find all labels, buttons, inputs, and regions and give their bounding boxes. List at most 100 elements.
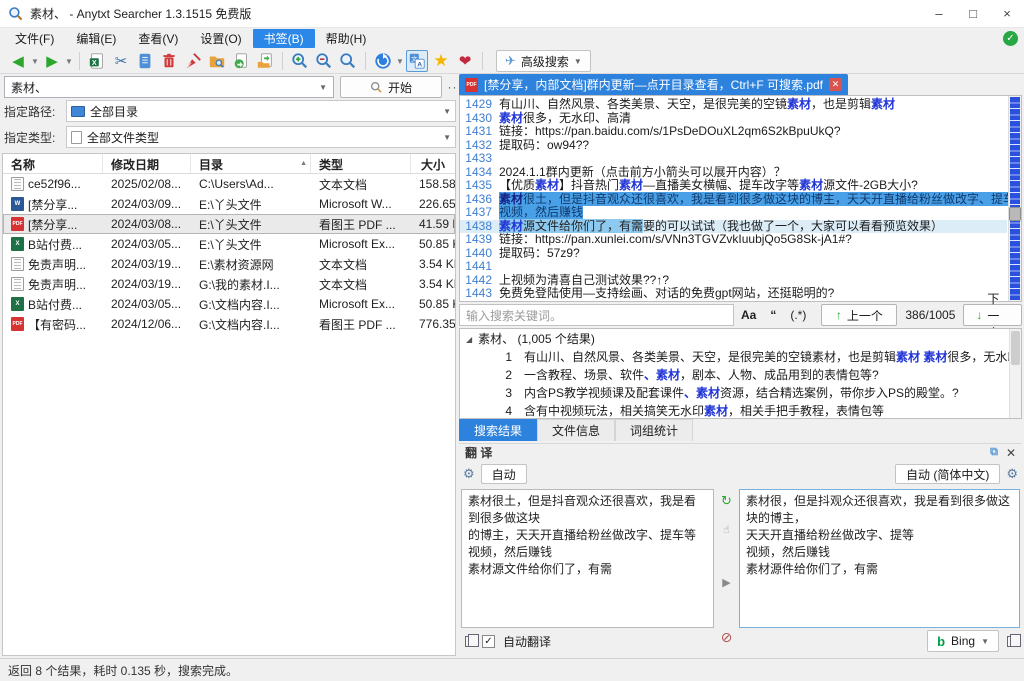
path-filter-combobox[interactable]: 全部目录 ▼ xyxy=(66,100,456,122)
back-dropdown-icon[interactable]: ▼ xyxy=(30,57,40,66)
retranslate-icon[interactable]: ↻ xyxy=(721,493,732,509)
translate-toggle-button[interactable]: 文A xyxy=(406,50,428,72)
table-row[interactable]: ce52f96...2025/02/08...C:\Users\Ad...文本文… xyxy=(3,174,455,194)
preview-line[interactable]: 1443免费免登陆使用—支持绘画、对话的免费gpt网站，还挺聪明的? xyxy=(460,287,1007,301)
donate-heart-button[interactable]: ❤ xyxy=(454,50,476,72)
target-text-area[interactable]: 素材很，但是抖观众还很喜欢，我是看到很多做这块的博主， 天天开直播给粉丝做改字、… xyxy=(739,489,1020,628)
target-settings-gear-icon[interactable]: ⚙ xyxy=(1006,466,1018,482)
menu-item[interactable]: 查看(V) xyxy=(127,29,189,48)
zoom-in-button[interactable] xyxy=(289,50,311,72)
cut-button[interactable]: ✂ xyxy=(110,50,132,72)
menu-item[interactable]: 书签(B) xyxy=(253,29,315,48)
run-translate-icon[interactable]: ▶ xyxy=(722,576,730,589)
copy-document-button[interactable] xyxy=(134,50,156,72)
preview-line[interactable]: 1433 xyxy=(460,152,1007,166)
next-match-button[interactable]: ↓ 下一个 xyxy=(963,304,1022,326)
preview-line[interactable]: 1432提取码：ow94?? xyxy=(460,139,1007,153)
copy-source-icon[interactable] xyxy=(465,636,474,647)
undock-icon[interactable]: ⧉ xyxy=(990,446,998,459)
preview-line[interactable]: 1442上视频为清喜自己测试效果??↑? xyxy=(460,274,1007,288)
tab-close-icon[interactable]: ✕ xyxy=(829,78,842,91)
open-file-button[interactable] xyxy=(230,50,252,72)
delete-button[interactable] xyxy=(158,50,180,72)
refresh-index-button[interactable] xyxy=(372,50,394,72)
preview-line[interactable]: 1436素材很土，但是抖音观众还很喜欢，我是看到很多做这块的博主，天天开直播给粉… xyxy=(460,193,1007,207)
result-item[interactable]: 1有山川、自然风景、各类美景、天空，是很完美的空镜素材，也是剪辑素材 素材很多，… xyxy=(460,348,1021,366)
stop-icon[interactable]: ⊘ xyxy=(721,629,733,646)
forward-dropdown-icon[interactable]: ▼ xyxy=(64,57,74,66)
preview-document-tab[interactable]: PDF [禁分享，内部文档]群内更新—点开目录查看，Ctrl+F 可搜索.pdf… xyxy=(459,74,848,95)
column-size[interactable]: 大小 xyxy=(411,154,455,173)
table-row[interactable]: 免责声明...2024/03/19...G:\我的素材.I...文本文档3.54… xyxy=(3,274,455,294)
table-row[interactable]: 免责声明...2024/03/19...E:\素材资源网文本文档3.54 KB xyxy=(3,254,455,274)
expander-icon[interactable]: ◢ xyxy=(466,331,472,348)
preview-line[interactable]: 1429有山川、自然风景、各类美景、天空，是很完美的空镜素材，也是剪辑素材 xyxy=(460,98,1007,112)
column-name[interactable]: 名称 xyxy=(3,154,103,173)
preview-line[interactable]: 1437视频，然后赚钱 xyxy=(460,206,1007,220)
query-dropdown-icon[interactable]: ▼ xyxy=(319,83,327,92)
find-keyword-input[interactable]: 输入搜索关键词。 xyxy=(459,304,734,326)
clean-index-button[interactable] xyxy=(182,50,204,72)
bookmark-star-button[interactable]: ★ xyxy=(430,50,452,72)
preview-line[interactable]: 1439链接：https://pan.xunlei.com/s/VNn3TGVZ… xyxy=(460,233,1007,247)
results-group-header[interactable]: ◢ 素材、 (1,005 个结果) xyxy=(460,329,1021,348)
regex-button[interactable]: (.*) xyxy=(783,308,813,322)
close-button[interactable]: × xyxy=(990,0,1024,27)
menu-item[interactable]: 帮助(H) xyxy=(315,29,378,48)
auto-translate-checkbox[interactable]: ✓ xyxy=(482,635,495,648)
path-dropdown-icon[interactable]: ▼ xyxy=(443,107,451,116)
table-row[interactable]: PDF【有密码...2024/12/06...G:\文档内容.I...看图王 P… xyxy=(3,314,455,334)
source-text-area[interactable]: 素材很土，但是抖音观众还很喜欢，我是看到很多做这块 的博主，天天开直播给粉丝做改… xyxy=(461,489,714,628)
preview-line[interactable]: 1441 xyxy=(460,260,1007,274)
translate-close-icon[interactable]: ✕ xyxy=(1006,446,1016,460)
result-item[interactable]: 3内含PS教学视频课及配套课件、素材资源，结合精选案例，带你步入PS的殿堂。? xyxy=(460,384,1021,402)
tab-词组统计[interactable]: 词组统计 xyxy=(615,419,693,441)
zoom-reset-button[interactable] xyxy=(337,50,359,72)
search-results-pane[interactable]: ◢ 素材、 (1,005 个结果) 1有山川、自然风景、各类美景、天空，是很完美… xyxy=(459,328,1022,419)
menu-item[interactable]: 文件(F) xyxy=(4,29,65,48)
preview-line[interactable]: 1440提取码：57z9? xyxy=(460,247,1007,261)
results-scrollbar[interactable] xyxy=(1009,329,1021,418)
engine-select-button[interactable]: b Bing ▼ xyxy=(927,630,999,652)
source-language-button[interactable]: 自动 xyxy=(481,464,527,484)
locate-file-button[interactable] xyxy=(254,50,276,72)
back-button[interactable]: ◀ xyxy=(7,50,29,72)
zoom-out-button[interactable] xyxy=(313,50,335,72)
preview-line[interactable]: 14342024.1.1群内更新（点击前方小箭头可以展开内容）？ xyxy=(460,166,1007,180)
preview-line[interactable]: 1435【优质素材】抖音热门素材—直播美女横幅、提车改字等素材源文件-2GB大小… xyxy=(460,179,1007,193)
preview-line[interactable]: 1438素材源文件给你们了，有需要的可以试试（我也做了一个，大家可以看看预览效果… xyxy=(460,220,1007,234)
refresh-dropdown-icon[interactable]: ▼ xyxy=(395,57,405,66)
advanced-search-button[interactable]: ✈ 高级搜索 ▼ xyxy=(496,50,591,72)
table-row[interactable]: PDF[禁分享...2024/03/08...E:\丫头文件看图王 PDF ..… xyxy=(3,214,455,234)
table-row[interactable]: W[禁分享...2024/03/09...E:\丫头文件Microsoft W.… xyxy=(3,194,455,214)
type-dropdown-icon[interactable]: ▼ xyxy=(443,133,451,142)
whole-word-button[interactable]: “ xyxy=(763,308,783,322)
result-item[interactable]: 2一含教程、场景、软件、素材，剧本、人物、成品用到的表情包等? xyxy=(460,366,1021,384)
previous-match-button[interactable]: ↑ 上一个 xyxy=(821,304,897,326)
column-date[interactable]: 修改日期 xyxy=(103,154,191,173)
preview-line[interactable]: 1431链接：https://pan.baidu.com/s/1PsDeDOuX… xyxy=(460,125,1007,139)
select-hand-icon[interactable]: ☝ xyxy=(723,523,730,536)
target-language-button[interactable]: 自动 (简体中文) xyxy=(895,464,1000,484)
search-query-combobox[interactable]: 素材、 ▼ xyxy=(4,76,334,98)
start-search-button[interactable]: 开始 xyxy=(340,76,442,98)
preview-scroll-thumb[interactable] xyxy=(1009,207,1021,221)
type-filter-combobox[interactable]: 全部文件类型 ▼ xyxy=(66,126,456,148)
preview-line[interactable]: 1430素材很多，无水印、高清 xyxy=(460,112,1007,126)
menu-item[interactable]: 编辑(E) xyxy=(65,29,127,48)
column-dir[interactable]: 目录▲ xyxy=(191,154,311,173)
table-row[interactable]: XB站付费...2024/03/05...G:\文档内容.I...Microso… xyxy=(3,294,455,314)
tab-文件信息[interactable]: 文件信息 xyxy=(537,419,615,441)
result-item[interactable]: 4含有中视频玩法，相关搞笑无水印素材，相关手把手教程，表情包等 xyxy=(460,402,1021,419)
minimize-button[interactable]: – xyxy=(922,0,956,27)
menu-item[interactable]: 设置(O) xyxy=(189,29,252,48)
match-case-button[interactable]: Aa xyxy=(734,308,763,322)
column-type[interactable]: 类型 xyxy=(311,154,411,173)
results-scroll-thumb[interactable] xyxy=(1011,331,1020,365)
document-preview-pane[interactable]: 1429有山川、自然风景、各类美景、天空，是很完美的空镜素材，也是剪辑素材143… xyxy=(459,95,1022,302)
maximize-button[interactable]: □ xyxy=(956,0,990,27)
open-folder-search-button[interactable] xyxy=(206,50,228,72)
file-list-header[interactable]: 名称 修改日期 目录▲ 类型 大小 xyxy=(3,154,455,174)
copy-target-icon[interactable] xyxy=(1007,636,1016,647)
tab-搜索结果[interactable]: 搜索结果 xyxy=(459,419,537,441)
